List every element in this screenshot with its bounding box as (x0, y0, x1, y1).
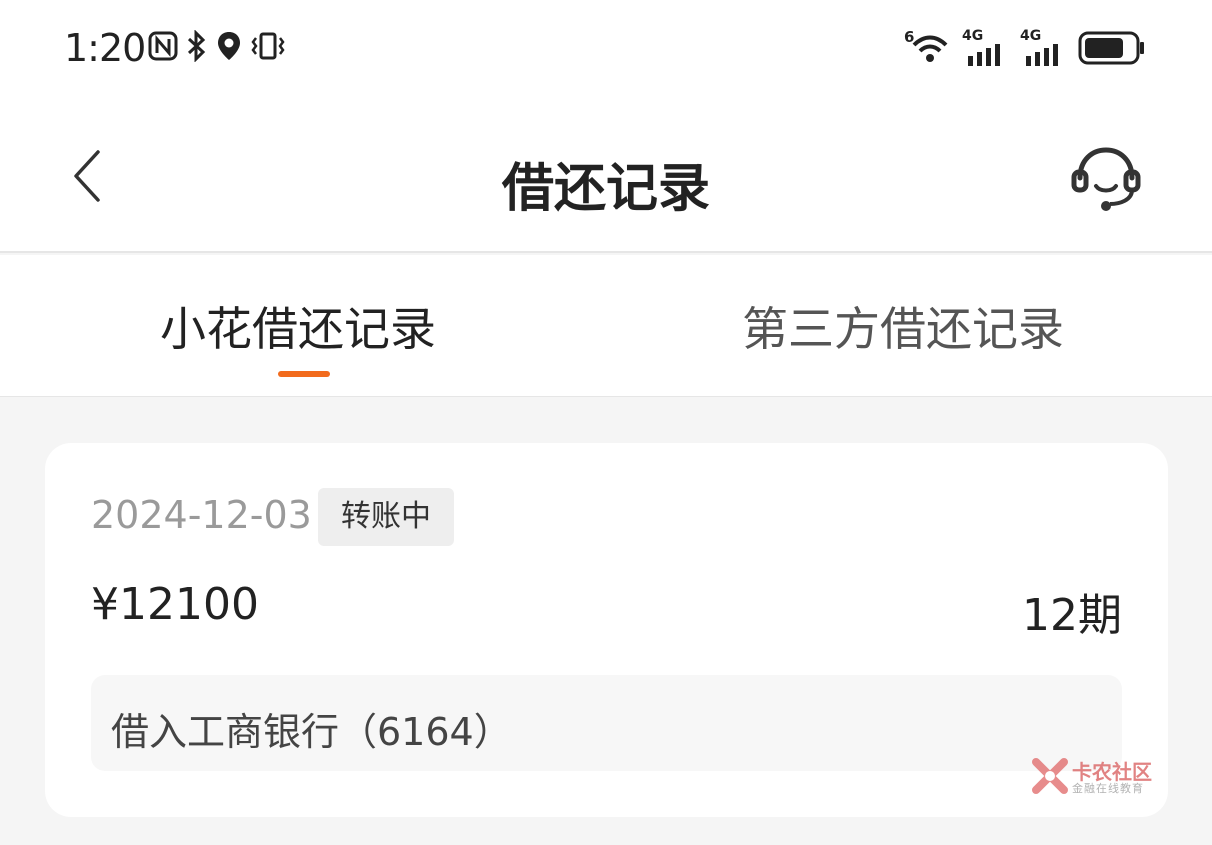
signal-icon (968, 44, 1000, 66)
status-bar: 1:20 6 4G 4G (0, 0, 1212, 100)
customer-service-button[interactable] (1068, 142, 1144, 218)
header: 借还记录 (0, 100, 1212, 253)
tab-third-party-records[interactable]: 第三方借还记录 (742, 293, 1064, 359)
record-amount: ¥12100 (91, 579, 259, 630)
status-icons-right: 6 4G 4G (904, 28, 1146, 68)
record-periods: 12期 (1022, 590, 1122, 641)
page-title: 借还记录 (501, 159, 710, 219)
record-date: 2024-12-03 (91, 493, 312, 537)
signal-icon (1026, 44, 1058, 66)
watermark: 卡农社区 金融在线教育 (1032, 756, 1162, 796)
battery-icon (1078, 31, 1144, 65)
loan-record-card[interactable]: 2024-12-03 转账中 ¥12100 12期 借入工商银行（6164） (45, 443, 1168, 817)
watermark-subtitle: 金融在线教育 (1072, 782, 1144, 795)
headset-icon (1071, 147, 1141, 211)
nfc-icon (148, 31, 178, 61)
vibrate-icon (251, 32, 285, 60)
tab-bar: 小花借还记录 第三方借还记录 (0, 255, 1212, 397)
bluetooth-icon (187, 30, 206, 62)
wifi-icon (912, 35, 948, 62)
status-icons-left (148, 30, 286, 62)
bank-info-text: 借入工商银行（6164） (111, 710, 512, 754)
signal-indicator-2: 4G (1020, 28, 1066, 68)
bank-info-box: 借入工商银行（6164） (91, 675, 1122, 771)
wifi-indicator: 6 (904, 28, 950, 68)
location-icon (218, 32, 240, 60)
status-time: 1:20 (64, 26, 146, 70)
active-tab-indicator (278, 371, 330, 377)
status-badge: 转账中 (318, 488, 454, 546)
watermark-logo-icon (1032, 758, 1068, 794)
tab-xiaohua-records[interactable]: 小花借还记录 (160, 293, 436, 359)
signal-indicator-1: 4G (962, 28, 1008, 68)
